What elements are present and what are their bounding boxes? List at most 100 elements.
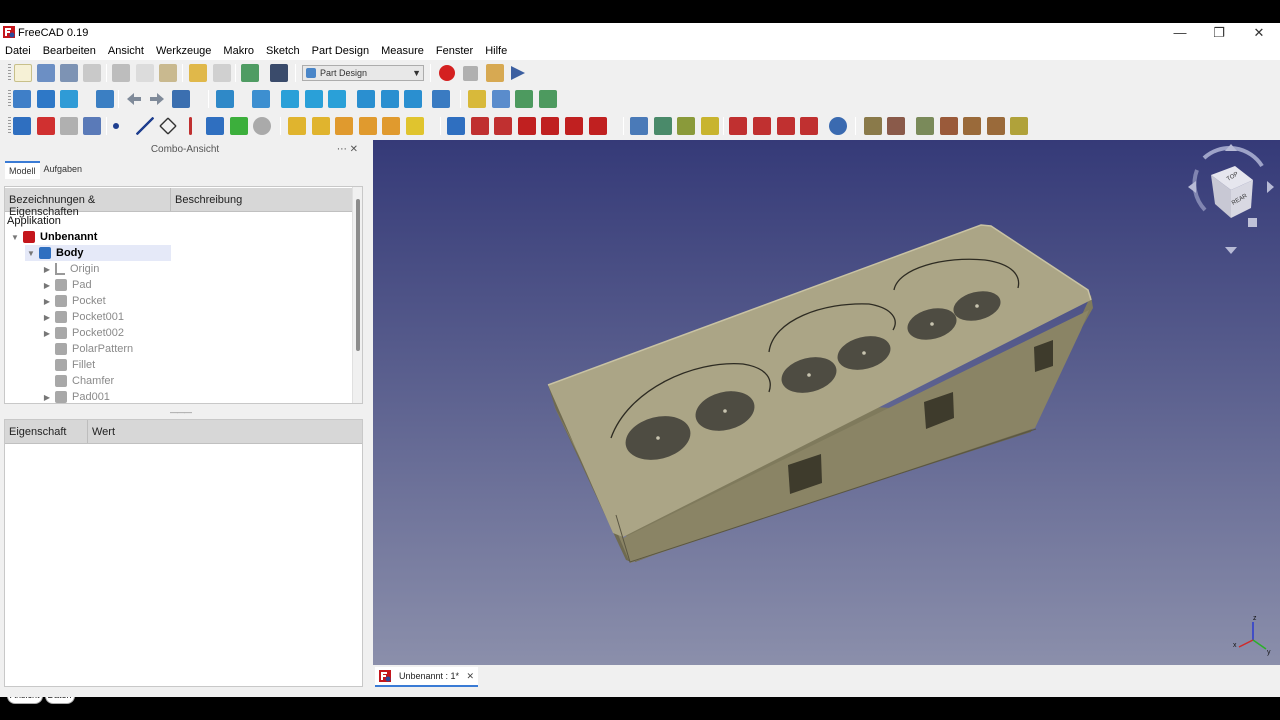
open-folder-icon[interactable] [37,64,55,82]
whats-this-icon[interactable] [270,64,288,82]
scrollbar-thumb[interactable] [356,199,360,351]
measure-clear-icon[interactable] [940,117,958,135]
right-view-icon[interactable] [328,90,346,108]
column-labels[interactable]: Bezeichnungen & Eigenschaften [5,188,171,218]
datum-plane-icon[interactable] [159,117,177,135]
chevron-right-icon[interactable]: ▶ [41,393,53,402]
subshape-binder-icon[interactable] [230,117,248,135]
sync-view-icon[interactable] [172,90,190,108]
toolbar-grip[interactable] [8,90,11,108]
left-view-icon[interactable] [404,90,422,108]
menu-bearbeiten[interactable]: Bearbeiten [43,45,96,57]
chevron-right-icon[interactable]: ▶ [41,329,53,338]
menu-measure[interactable]: Measure [381,45,424,57]
pocket-icon[interactable] [447,117,465,135]
tree-item-body[interactable]: ▼ Body [25,245,171,261]
minimize-button[interactable]: — [1160,24,1200,41]
pad-icon[interactable] [288,117,306,135]
make-link-icon[interactable] [515,90,533,108]
link-actions-icon[interactable] [539,90,557,108]
boolean-icon[interactable] [829,117,847,135]
fit-selection-icon[interactable] [37,90,55,108]
draft-icon[interactable] [777,117,795,135]
thickness-icon[interactable] [800,117,818,135]
linear-pattern-icon[interactable] [654,117,672,135]
measure-refresh-icon[interactable] [916,117,934,135]
chevron-right-icon[interactable]: ▶ [41,297,53,306]
chevron-right-icon[interactable]: ▶ [41,281,53,290]
forward-icon[interactable] [148,90,166,108]
bounding-box-icon[interactable] [96,90,114,108]
top-view-icon[interactable] [305,90,323,108]
isometric-icon[interactable] [252,90,270,108]
bottom-view-icon[interactable] [381,90,399,108]
additive-helix-icon[interactable] [382,117,400,135]
float-icon[interactable]: ⋯ [337,144,347,155]
toolbar-grip[interactable] [8,117,11,135]
column-description[interactable]: Beschreibung [171,188,353,211]
datum-point-icon[interactable] [113,123,119,129]
refresh-icon[interactable] [241,64,259,82]
rear-view-icon[interactable] [357,90,375,108]
additive-primitive-icon[interactable] [406,117,424,135]
toolbar-grip[interactable] [8,64,11,82]
save-icon[interactable] [60,64,78,82]
std-views-icon[interactable] [216,90,234,108]
macros-icon[interactable] [486,64,504,82]
tree-scrollbar[interactable] [352,187,362,403]
menu-sketch[interactable]: Sketch [266,45,300,57]
fillet-icon[interactable] [729,117,747,135]
clone-icon[interactable] [253,117,271,135]
close-icon[interactable]: ✕ [466,671,474,682]
revolution-icon[interactable] [312,117,330,135]
shape-binder-icon[interactable] [206,117,224,135]
tree-item-origin[interactable]: ▶ Origin [41,261,99,277]
create-group-icon[interactable] [492,90,510,108]
measure-toggle-3d-icon[interactable] [987,117,1005,135]
chevron-down-icon[interactable]: ▼ [25,249,37,258]
additive-loft-icon[interactable] [335,117,353,135]
new-document-icon[interactable] [14,64,32,82]
measure-toggle-all-icon[interactable] [963,117,981,135]
create-sketch-icon[interactable] [37,117,55,135]
subtractive-primitive-icon[interactable] [589,117,607,135]
mirrored-icon[interactable] [630,117,648,135]
validate-sketch-icon[interactable] [60,117,78,135]
tree-item-pad001[interactable]: ▶ Pad001 [41,389,110,403]
navigation-cube[interactable]: TOP REAR [1188,144,1274,254]
chamfer-icon[interactable] [753,117,771,135]
chevron-right-icon[interactable]: ▶ [41,313,53,322]
menu-fenster[interactable]: Fenster [436,45,473,57]
tree-item-pocket[interactable]: ▶ Pocket [41,293,106,309]
column-value[interactable]: Wert [88,420,362,443]
measure-angular-icon[interactable] [887,117,905,135]
subtractive-pipe-icon[interactable] [541,117,559,135]
menu-datei[interactable]: Datei [5,45,31,57]
tree-item-fillet[interactable]: Fillet [41,357,95,373]
paste-icon[interactable] [159,64,177,82]
create-body-icon[interactable] [13,117,31,135]
3d-viewport[interactable]: TOP REAR z x y [373,140,1280,665]
additive-pipe-icon[interactable] [359,117,377,135]
multi-transform-icon[interactable] [701,117,719,135]
local-cs-icon[interactable] [189,117,192,135]
measure-distance-icon[interactable] [432,90,450,108]
tab-modell[interactable]: Modell [5,161,40,179]
tree-item-pocket002[interactable]: ▶ Pocket002 [41,325,124,341]
tree-item-pad[interactable]: ▶ Pad [41,277,92,293]
menu-werkzeuge[interactable]: Werkzeuge [156,45,211,57]
subtractive-loft-icon[interactable] [518,117,536,135]
check-geometry-icon[interactable] [83,117,101,135]
redo-icon[interactable] [213,64,231,82]
panel-splitter[interactable]: ——— [170,408,192,417]
restore-button[interactable]: ❐ [1199,24,1239,41]
datum-line-icon[interactable] [136,117,154,135]
tab-aufgaben[interactable]: Aufgaben [40,161,87,179]
hole-icon[interactable] [471,117,489,135]
close-icon[interactable]: ✕ [350,144,358,155]
menu-part-design[interactable]: Part Design [312,45,369,57]
cut-icon[interactable] [112,64,130,82]
document-tab[interactable]: Unbenannt : 1* ✕ [375,667,478,687]
print-icon[interactable] [83,64,101,82]
tree-item-document[interactable]: ▼ Unbenannt [9,229,97,245]
